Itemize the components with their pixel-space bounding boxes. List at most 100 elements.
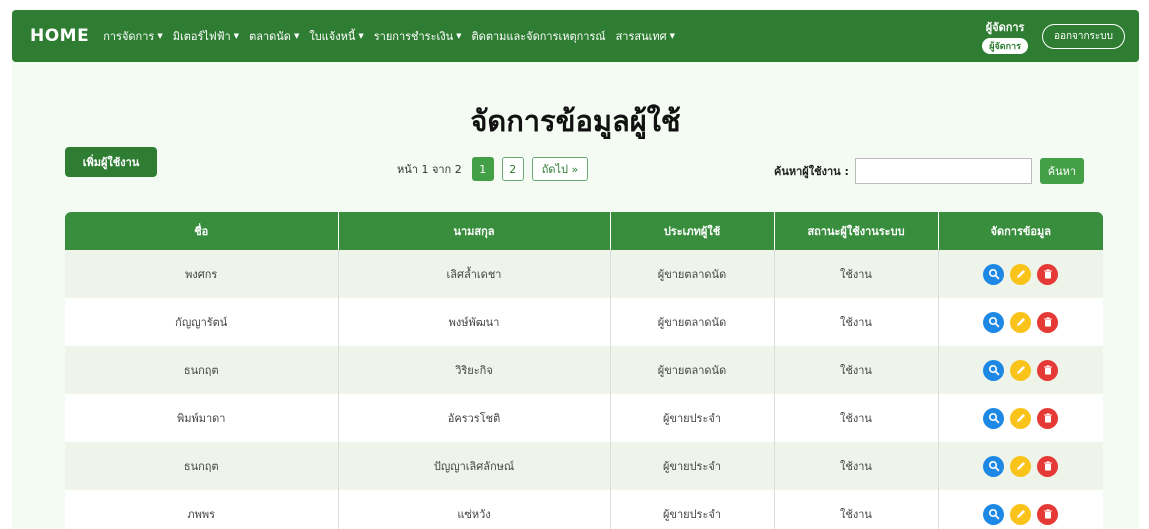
cell-status: ใช้งาน xyxy=(774,394,939,442)
page-info: หน้า 1 จาก 2 xyxy=(397,163,462,176)
col-header-status: สถานะผู้ใช้งานระบบ xyxy=(774,212,939,250)
delete-button[interactable] xyxy=(1037,263,1059,285)
nav-item-information[interactable]: สารสนเทศ ▼ xyxy=(616,27,675,45)
table-row: ธนกฤต วิริยะกิจ ผู้ขายตลาดนัด ใช้งาน xyxy=(65,346,1103,394)
cell-actions xyxy=(938,394,1103,442)
col-header-user-type: ประเภทผู้ใช้ xyxy=(610,212,775,250)
chevron-down-icon: ▼ xyxy=(358,32,364,40)
row-actions xyxy=(939,311,1104,333)
edit-button[interactable] xyxy=(1010,359,1032,381)
pencil-icon xyxy=(1016,270,1025,278)
table-row: ภพพร แซ่หวัง ผู้ขายประจำ ใช้งาน xyxy=(65,490,1103,529)
view-button[interactable] xyxy=(983,455,1005,477)
nav-item-events[interactable]: ติดตามและจัดการเหตุการณ์ xyxy=(472,27,606,45)
user-info: ผู้จัดการ ผู้จัดการ xyxy=(982,18,1028,54)
pencil-icon xyxy=(1016,366,1025,374)
nav-item-invoices[interactable]: ใบแจ้งหนี้ ▼ xyxy=(309,27,363,45)
cell-first-name: ภพพร xyxy=(65,490,339,529)
cell-status: ใช้งาน xyxy=(774,442,939,490)
trash-icon xyxy=(1043,461,1052,471)
edit-button[interactable] xyxy=(1010,263,1032,285)
cell-user-type: ผู้ขายประจำ xyxy=(610,442,775,490)
page: HOME การจัดการ ▼ มิเตอร์ไฟฟ้า ▼ ตลาดนัด ▼ ใ… xyxy=(12,10,1139,529)
view-button[interactable] xyxy=(983,503,1005,525)
cell-first-name: ธนกฤต xyxy=(65,346,339,394)
table-row: ธนกฤต ปัญญาเลิศลักษณ์ ผู้ขายประจำ ใช้งาน xyxy=(65,442,1103,490)
search-icon xyxy=(988,268,1000,280)
cell-status: ใช้งาน xyxy=(774,298,939,346)
home-link[interactable]: HOME xyxy=(30,26,89,46)
trash-icon xyxy=(1043,269,1052,279)
trash-icon xyxy=(1043,413,1052,423)
screen: HOME การจัดการ ▼ มิเตอร์ไฟฟ้า ▼ ตลาดนัด ▼ ใ… xyxy=(0,0,1149,529)
delete-button[interactable] xyxy=(1037,407,1059,429)
user-area: ผู้จัดการ ผู้จัดการ ออกจากระบบ xyxy=(982,18,1125,54)
cell-last-name: อัครวรโชติ xyxy=(338,394,611,442)
pencil-icon xyxy=(1016,462,1025,470)
user-name: ผู้จัดการ xyxy=(985,21,1025,34)
page-button-2[interactable]: 2 xyxy=(501,157,524,181)
table-row: พิมพ์มาดา อัครวรโชติ ผู้ขายประจำ ใช้งาน xyxy=(65,394,1103,442)
chevron-down-icon: ▼ xyxy=(669,32,675,40)
chevron-down-icon: ▼ xyxy=(157,32,163,40)
cell-actions xyxy=(938,490,1103,529)
pencil-icon xyxy=(1016,318,1025,326)
navbar: HOME การจัดการ ▼ มิเตอร์ไฟฟ้า ▼ ตลาดนัด ▼ ใ… xyxy=(12,10,1139,62)
cell-actions xyxy=(938,442,1103,490)
nav-item-management[interactable]: การจัดการ ▼ xyxy=(103,27,162,45)
row-actions xyxy=(939,263,1104,285)
col-header-actions: จัดการข้อมูล xyxy=(938,212,1103,250)
cell-status: ใช้งาน xyxy=(774,490,939,529)
cell-actions xyxy=(938,250,1103,298)
chevron-down-icon: ▼ xyxy=(233,32,240,40)
edit-button[interactable] xyxy=(1010,503,1032,525)
user-search: ค้นหาผู้ใช้งาน : ค้นหา xyxy=(774,158,1084,184)
cell-user-type: ผู้ขายประจำ xyxy=(610,394,775,442)
delete-button[interactable] xyxy=(1037,455,1059,477)
cell-user-type: ผู้ขายตลาดนัด xyxy=(610,298,775,346)
view-button[interactable] xyxy=(983,407,1005,429)
view-button[interactable] xyxy=(983,263,1005,285)
cell-first-name: พงศกร xyxy=(65,250,339,298)
search-button[interactable]: ค้นหา xyxy=(1039,158,1084,184)
role-badge: ผู้จัดการ xyxy=(982,38,1028,54)
cell-first-name: พิมพ์มาดา xyxy=(65,394,339,442)
delete-button[interactable] xyxy=(1037,311,1059,333)
chevron-down-icon: ▼ xyxy=(293,32,300,40)
trash-icon xyxy=(1043,365,1052,375)
cell-first-name: กัญญารัตน์ xyxy=(65,298,339,346)
page-button-1[interactable]: 1 xyxy=(471,157,494,181)
cell-user-type: ผู้ขายตลาดนัด xyxy=(610,250,775,298)
search-label: ค้นหาผู้ใช้งาน : xyxy=(774,165,849,178)
nav-menu: การจัดการ ▼ มิเตอร์ไฟฟ้า ▼ ตลาดนัด ▼ ใบแจ้ง… xyxy=(103,27,685,45)
cell-last-name: พงษ์พัฒนา xyxy=(338,298,611,346)
search-input[interactable] xyxy=(854,158,1032,184)
table-header-row: ชื่อ นามสกุล ประเภทผู้ใช้ สถานะผู้ใช้งาน… xyxy=(65,212,1103,250)
search-icon xyxy=(988,508,1000,520)
trash-icon xyxy=(1043,509,1052,519)
row-actions xyxy=(939,407,1104,429)
nav-item-market[interactable]: ตลาดนัด ▼ xyxy=(249,27,299,45)
logout-button[interactable]: ออกจากระบบ xyxy=(1041,23,1125,49)
view-button[interactable] xyxy=(983,359,1005,381)
cell-actions xyxy=(938,298,1103,346)
col-header-first-name: ชื่อ xyxy=(65,212,339,250)
nav-item-meters[interactable]: มิเตอร์ไฟฟ้า ▼ xyxy=(173,27,239,45)
row-actions xyxy=(939,359,1104,381)
view-button[interactable] xyxy=(983,311,1005,333)
next-page-button[interactable]: ถัดไป » xyxy=(531,157,589,181)
edit-button[interactable] xyxy=(1010,455,1032,477)
search-icon xyxy=(988,316,1000,328)
nav-item-payments[interactable]: รายการชำระเงิน ▼ xyxy=(374,27,462,45)
table-row: กัญญารัตน์ พงษ์พัฒนา ผู้ขายตลาดนัด ใช้งา… xyxy=(65,298,1103,346)
pencil-icon xyxy=(1016,510,1025,518)
edit-button[interactable] xyxy=(1010,407,1032,429)
edit-button[interactable] xyxy=(1010,311,1032,333)
cell-actions xyxy=(938,346,1103,394)
add-user-button[interactable]: เพิ่มผู้ใช้งาน xyxy=(65,147,157,177)
delete-button[interactable] xyxy=(1037,359,1059,381)
cell-user-type: ผู้ขายประจำ xyxy=(610,490,775,529)
cell-last-name: ปัญญาเลิศลักษณ์ xyxy=(338,442,611,490)
delete-button[interactable] xyxy=(1037,503,1059,525)
cell-last-name: วิริยะกิจ xyxy=(338,346,611,394)
